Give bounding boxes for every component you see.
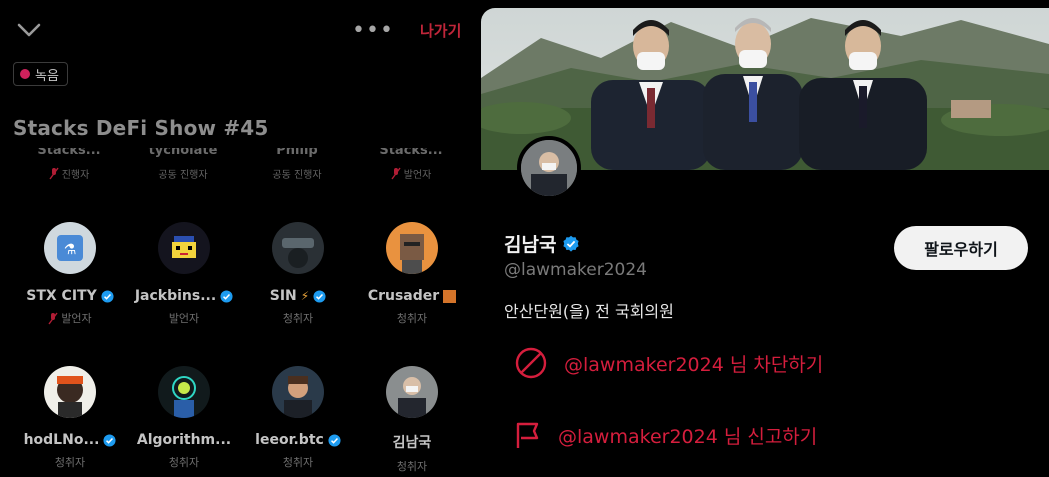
block-user-action[interactable]: @lawmaker2024 님 차단하기 xyxy=(514,346,823,380)
avatar xyxy=(158,222,210,274)
participant-card[interactable]: Stacks... 진행자 xyxy=(14,148,124,181)
participant-name: leeor.btc xyxy=(255,432,324,448)
participant-name: hodLNo... xyxy=(23,432,100,448)
participant-role: 청취자 xyxy=(282,312,314,325)
participant-role: 청취자 xyxy=(396,312,428,325)
recording-dot-icon xyxy=(20,69,30,79)
participant-name: STX CITY xyxy=(26,288,97,304)
participant-role: 발언자 xyxy=(403,170,432,181)
square-emoji-icon xyxy=(443,289,457,303)
avatar xyxy=(272,222,324,274)
participant-name: Jackbins... xyxy=(134,288,217,304)
verified-badge-icon xyxy=(103,433,116,447)
follow-button[interactable]: 팔로우하기 xyxy=(894,226,1028,270)
participant-name: Stacks... xyxy=(379,148,443,158)
avatar xyxy=(272,366,324,418)
profile-handle: @lawmaker2024 xyxy=(504,260,647,280)
participant-role: 진행자 xyxy=(61,170,90,181)
verified-badge-icon xyxy=(313,289,326,303)
verified-badge-icon xyxy=(101,289,114,303)
participant-role: 청취자 xyxy=(54,456,86,469)
profile-display-name: 김남국 xyxy=(504,230,580,257)
participant-name: 김남국 xyxy=(392,435,432,451)
svg-text:⚗: ⚗ xyxy=(64,242,77,258)
participant-name: Algorithm... xyxy=(136,432,232,448)
report-user-action[interactable]: @lawmaker2024 님 신고하기 xyxy=(514,420,817,450)
participant-card[interactable]: hodLNo... 청취자 xyxy=(14,366,126,470)
display-name-text: 김남국 xyxy=(504,234,557,256)
verified-badge-icon xyxy=(220,289,233,303)
participant-card[interactable]: Jackbins... 발언자 xyxy=(128,222,240,326)
avatar: ⚗ xyxy=(44,222,96,274)
participant-card[interactable]: leeor.btc 청취자 xyxy=(242,366,354,470)
block-user-label: @lawmaker2024 님 차단하기 xyxy=(564,353,824,376)
participant-card[interactable]: Stacks... 발언자 xyxy=(356,148,466,181)
participant-card[interactable]: Crusader 청취자 xyxy=(356,222,468,326)
recording-badge: 녹음 xyxy=(13,62,68,86)
participant-card[interactable]: Algorithm... 청취자 xyxy=(128,366,240,470)
participant-name: Crusader xyxy=(367,288,440,304)
space-panel: ••• 나가기 녹음 Stacks DeFi Show #45 Stacks..… xyxy=(0,0,480,477)
profile-panel: 팔로우하기 김남국 @lawmaker2024 안산단원(을) 전 국회의원 @… xyxy=(481,8,1049,477)
participant-card[interactable]: Philip 공동 진행자 xyxy=(242,148,352,181)
participant-role: 발언자 xyxy=(61,312,92,325)
report-user-label: @lawmaker2024 님 신고하기 xyxy=(558,425,818,448)
participant-name: SIN xyxy=(269,288,297,304)
participant-role: 발언자 xyxy=(168,312,200,325)
leave-button[interactable]: 나가기 xyxy=(420,20,461,41)
space-title: Stacks DeFi Show #45 xyxy=(13,116,269,140)
avatar xyxy=(386,222,438,274)
participant-card[interactable]: 김남국 청취자 xyxy=(356,366,468,474)
participant-role: 공동 진행자 xyxy=(272,170,322,181)
recording-label: 녹음 xyxy=(35,68,59,84)
participant-role: 공동 진행자 xyxy=(158,170,208,181)
participant-card[interactable]: ⚗ STX CITY 발언자 xyxy=(14,222,126,326)
block-icon xyxy=(515,347,547,379)
verified-badge-icon xyxy=(563,235,580,252)
avatar xyxy=(158,366,210,418)
flag-icon xyxy=(516,422,539,448)
mic-off-icon xyxy=(391,167,401,180)
participant-name: tycholate xyxy=(148,148,218,158)
mic-off-icon xyxy=(48,312,58,324)
participant-card[interactable]: tycholate 공동 진행자 xyxy=(128,148,238,181)
lightning-icon: ⚡ xyxy=(300,289,310,303)
profile-avatar[interactable] xyxy=(517,136,581,200)
participants-row-partial: Stacks... 진행자 tycholate 공동 진행자 Philip 공동… xyxy=(0,148,480,184)
verified-badge-icon xyxy=(328,433,341,447)
participant-role: 청취자 xyxy=(168,456,200,469)
mic-off-icon xyxy=(49,167,59,180)
profile-bio: 안산단원(을) 전 국회의원 xyxy=(504,302,674,321)
participant-name: Stacks... xyxy=(37,148,101,158)
avatar xyxy=(386,366,438,418)
participant-role: 청취자 xyxy=(396,460,428,473)
participant-card[interactable]: SIN ⚡ 청취자 xyxy=(242,222,354,326)
chevron-down-icon[interactable] xyxy=(16,20,42,40)
participant-role: 청취자 xyxy=(282,456,314,469)
participant-name: Philip xyxy=(276,148,318,158)
avatar xyxy=(44,366,96,418)
more-options-button[interactable]: ••• xyxy=(352,18,394,43)
